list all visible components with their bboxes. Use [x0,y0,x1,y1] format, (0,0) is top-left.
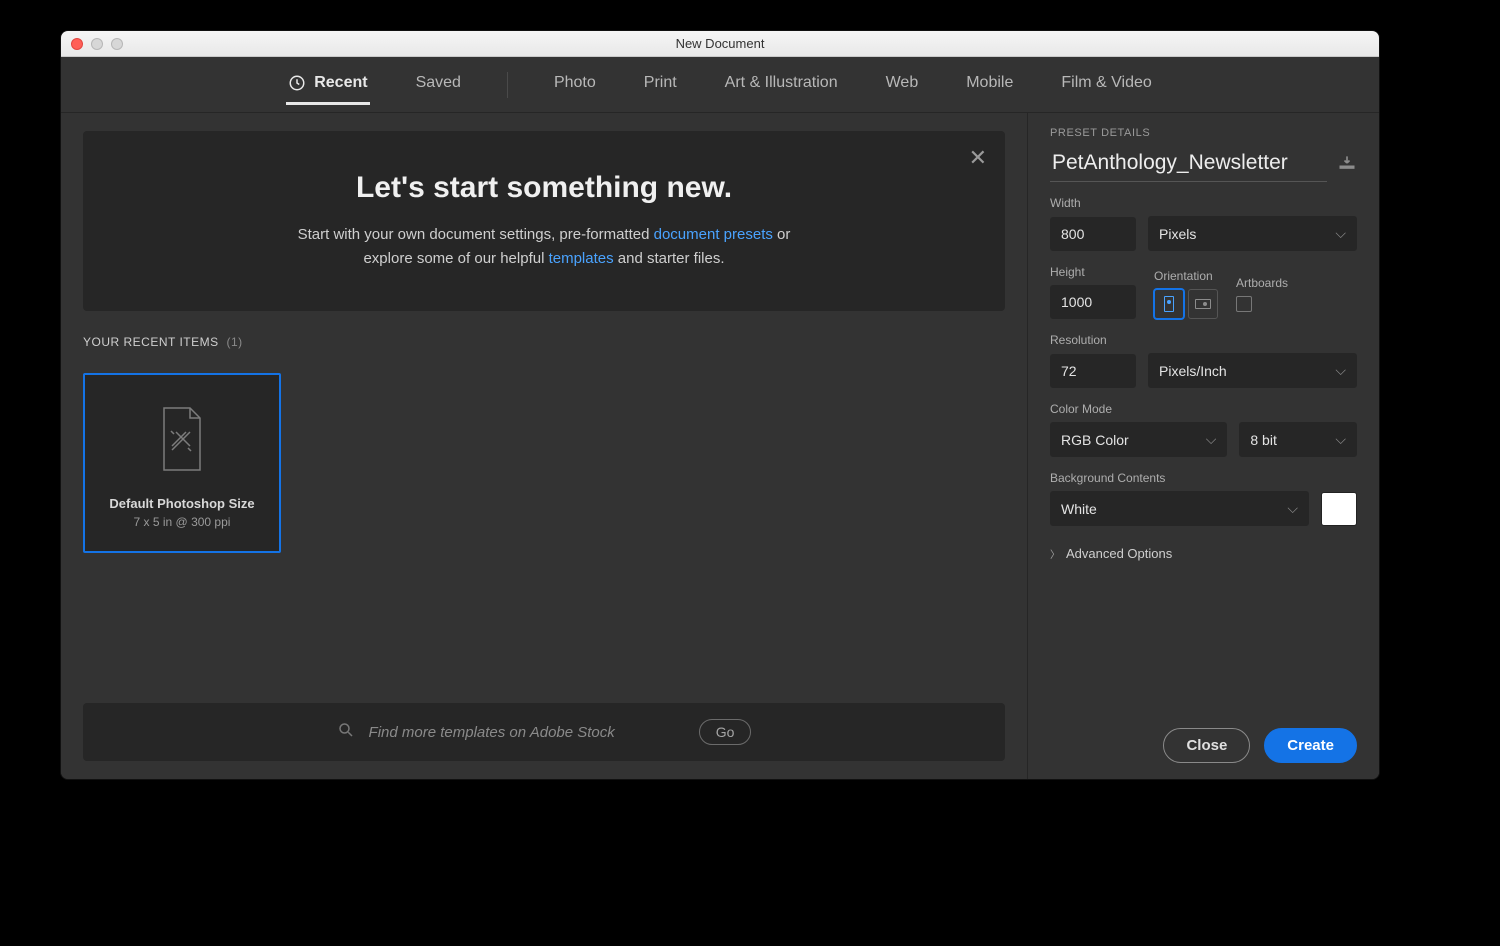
orientation-portrait-button[interactable] [1154,289,1184,319]
tab-film-video[interactable]: Film & Video [1059,64,1153,105]
background-swatch[interactable] [1321,492,1357,526]
units-value: Pixels [1159,226,1196,242]
width-label: Width [1050,196,1357,210]
chevron-down-icon: ⌵ [1335,225,1346,242]
tab-mobile[interactable]: Mobile [964,64,1015,105]
caret-right-icon: 〉 [1050,546,1060,561]
left-pane: ✕ Let's start something new. Start with … [61,113,1027,779]
search-placeholder: Find more templates on Adobe Stock [369,724,615,741]
tab-label: Photo [554,74,596,92]
document-presets-link[interactable]: document presets [654,226,773,243]
welcome-text-part: or [773,226,791,243]
tab-label: Web [886,74,919,92]
recent-items-count: (1) [226,335,242,349]
preset-name-row [1050,149,1357,182]
chevron-down-icon: ⌵ [1206,431,1217,448]
tab-art-illustration[interactable]: Art & Illustration [723,64,840,105]
preset-title: Default Photoshop Size [109,496,254,511]
artboards-label: Artboards [1236,276,1288,290]
color-depth-select[interactable]: 8 bit ⌵ [1239,422,1357,457]
resolution-units-select[interactable]: Pixels/Inch ⌵ [1148,353,1357,388]
new-document-window: New Document Recent Saved Photo Print Ar… [60,30,1380,780]
welcome-text-part: and starter files. [614,250,725,267]
search-icon [337,721,355,744]
background-value: White [1061,501,1097,517]
resolution-input[interactable] [1050,354,1136,388]
orientation-group [1154,289,1218,319]
stock-search-bar[interactable]: Find more templates on Adobe Stock Go [83,703,1005,761]
recent-icon [288,74,306,92]
titlebar: New Document [61,31,1379,57]
preset-name-input[interactable] [1050,149,1327,182]
save-preset-icon[interactable] [1337,154,1357,177]
color-mode-value: RGB Color [1061,432,1129,448]
tab-label: Saved [416,74,461,92]
advanced-options-toggle[interactable]: 〉 Advanced Options [1050,546,1357,561]
preset-details-heading: PRESET DETAILS [1050,127,1357,139]
tab-separator [507,72,508,98]
chevron-down-icon: ⌵ [1287,500,1298,517]
tab-print[interactable]: Print [642,64,679,105]
tab-label: Print [644,74,677,92]
welcome-text-part: Start with your own document settings, p… [298,226,654,243]
close-banner-icon[interactable]: ✕ [969,145,987,171]
chevron-down-icon: ⌵ [1335,362,1346,379]
width-input[interactable] [1050,217,1136,251]
color-mode-label: Color Mode [1050,402,1357,416]
tab-photo[interactable]: Photo [552,64,598,105]
background-select[interactable]: White ⌵ [1050,491,1309,526]
color-depth-value: 8 bit [1250,432,1276,448]
resolution-units-value: Pixels/Inch [1159,363,1227,379]
tab-recent[interactable]: Recent [286,64,369,105]
welcome-banner: ✕ Let's start something new. Start with … [83,131,1005,311]
dialog-content: Recent Saved Photo Print Art & Illustrat… [61,57,1379,779]
welcome-heading: Let's start something new. [113,171,975,205]
preset-details-panel: PRESET DETAILS Width Pixels ⌵ [1027,113,1379,779]
recent-items-heading: YOUR RECENT ITEMS (1) [83,335,1005,349]
height-input[interactable] [1050,285,1136,319]
color-mode-select[interactable]: RGB Color ⌵ [1050,422,1227,457]
preset-subtitle: 7 x 5 in @ 300 ppi [134,515,231,529]
resolution-label: Resolution [1050,333,1357,347]
units-select[interactable]: Pixels ⌵ [1148,216,1357,251]
tab-label: Mobile [966,74,1013,92]
tab-label: Film & Video [1061,74,1151,92]
height-label: Height [1050,265,1136,279]
preset-card[interactable]: Default Photoshop Size 7 x 5 in @ 300 pp… [83,373,281,553]
zoom-window-icon[interactable] [111,38,123,50]
dialog-body: ✕ Let's start something new. Start with … [61,113,1379,779]
minimize-window-icon[interactable] [91,38,103,50]
window-title: New Document [676,36,765,51]
recent-items-label: YOUR RECENT ITEMS [83,335,219,349]
tab-label: Recent [314,74,367,92]
templates-link[interactable]: templates [549,250,614,267]
window-controls [71,38,123,50]
background-label: Background Contents [1050,471,1357,485]
advanced-options-label: Advanced Options [1066,546,1172,561]
tab-label: Art & Illustration [725,74,838,92]
category-tabbar: Recent Saved Photo Print Art & Illustrat… [61,57,1379,113]
close-button[interactable]: Close [1163,728,1250,763]
orientation-label: Orientation [1154,269,1218,283]
dialog-buttons: Close Create [1050,716,1357,763]
welcome-text-part: explore some of our helpful [363,250,548,267]
tab-saved[interactable]: Saved [414,64,463,105]
welcome-text: Start with your own document settings, p… [113,223,975,271]
artboards-checkbox[interactable] [1236,296,1252,312]
close-window-icon[interactable] [71,38,83,50]
search-go-button[interactable]: Go [699,719,752,745]
tab-web[interactable]: Web [884,64,921,105]
create-button[interactable]: Create [1264,728,1357,763]
spacer [83,571,1005,685]
document-icon [154,404,210,474]
chevron-down-icon: ⌵ [1335,431,1346,448]
orientation-landscape-button[interactable] [1188,289,1218,319]
recent-cards: Default Photoshop Size 7 x 5 in @ 300 pp… [83,373,1005,553]
